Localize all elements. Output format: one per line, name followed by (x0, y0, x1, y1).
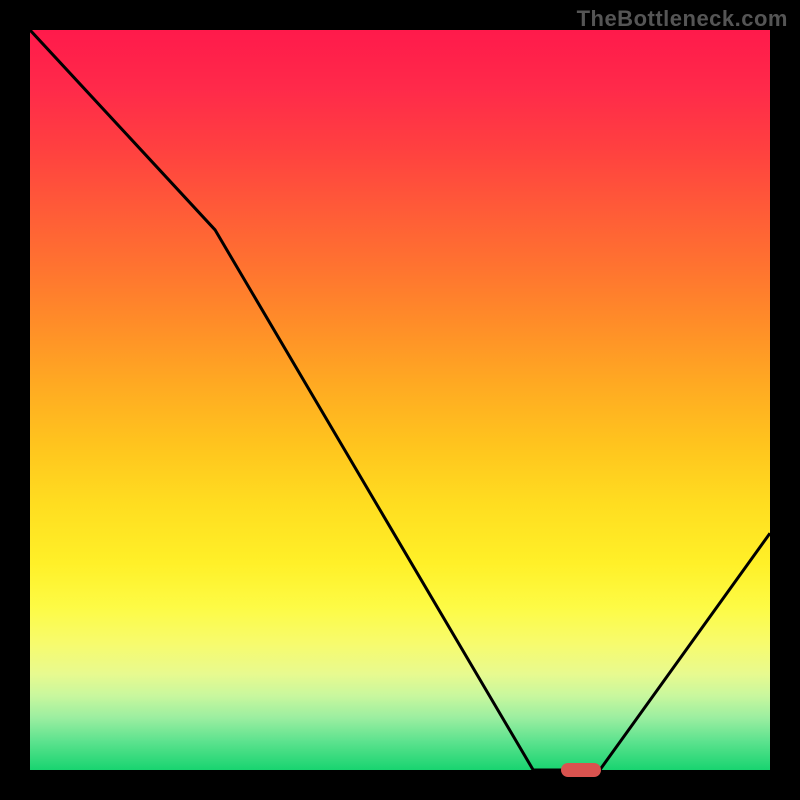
watermark-text: TheBottleneck.com (577, 6, 788, 32)
outer-frame: TheBottleneck.com (0, 0, 800, 800)
optimal-marker (561, 763, 601, 777)
bottleneck-curve (30, 30, 770, 770)
curve-path (30, 30, 770, 770)
